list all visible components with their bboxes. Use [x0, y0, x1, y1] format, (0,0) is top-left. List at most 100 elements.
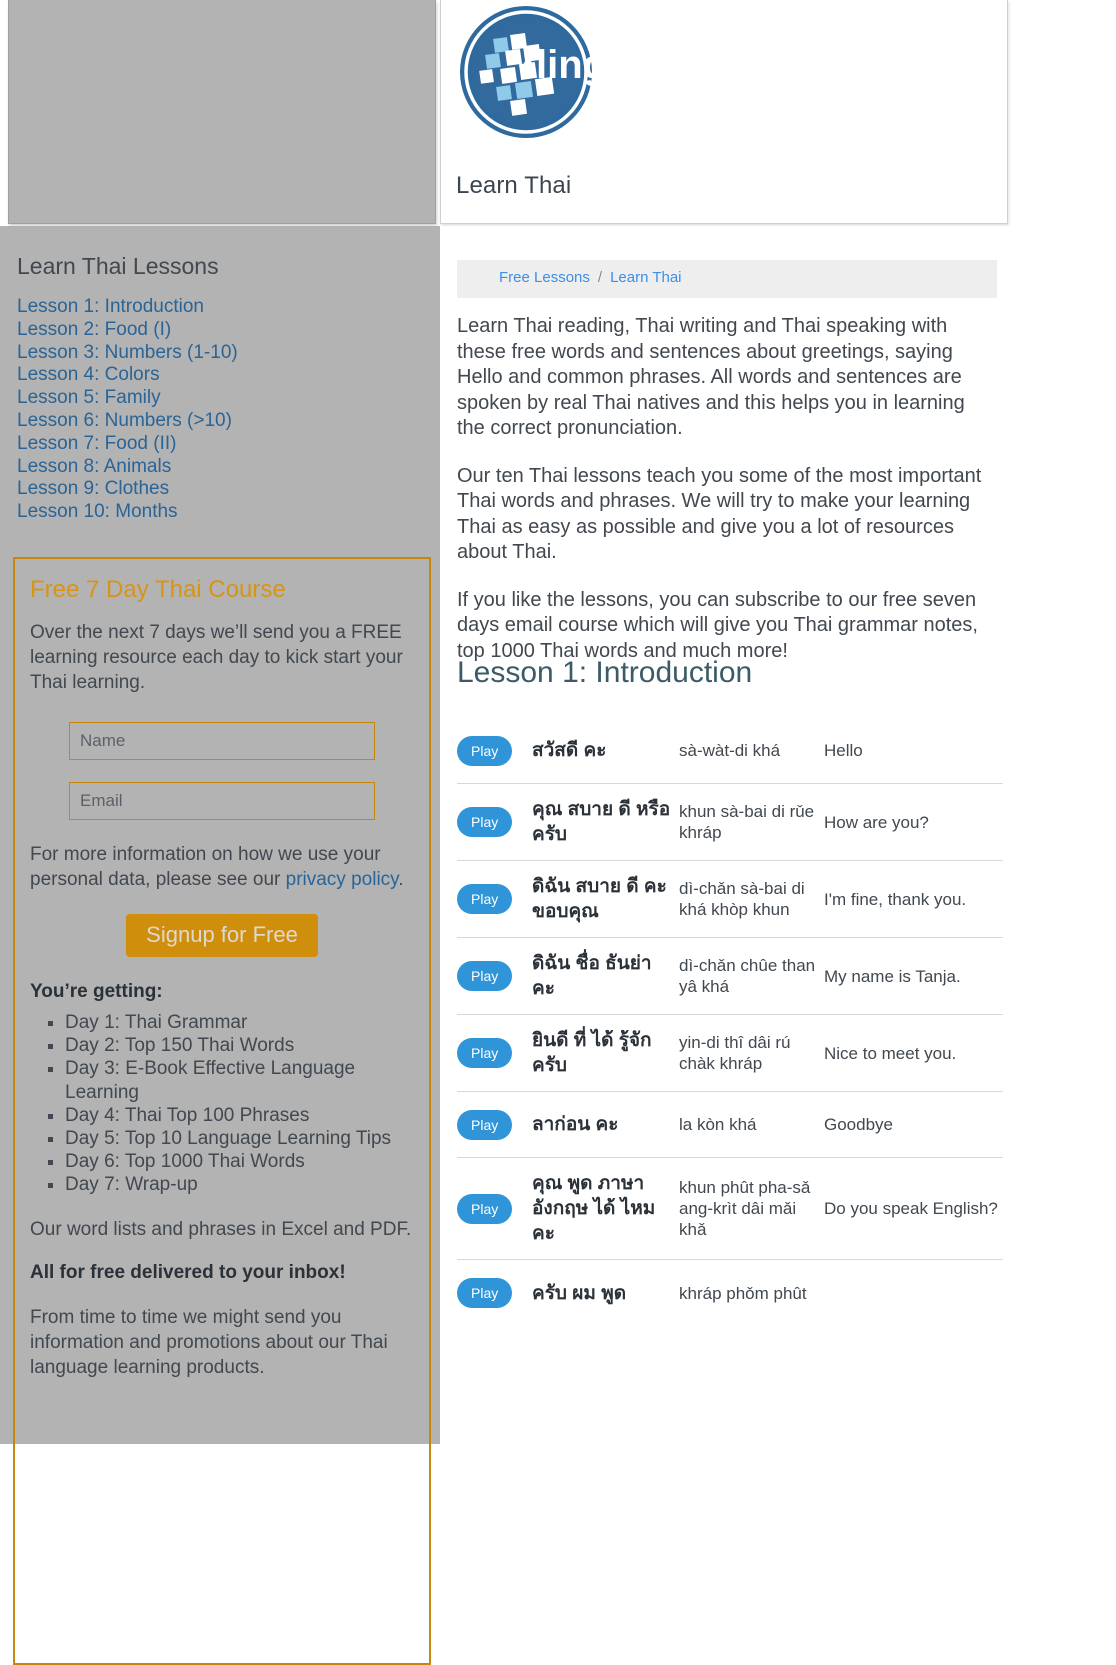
table-row: Play ยินดี ที่ ได้ รู้จัก ครับ yin-di th…: [457, 1015, 1003, 1092]
transliteration-text: khun phût pha-sǎ ang-krìt dâi mǎi khǎ: [679, 1178, 811, 1239]
signup-button-row: Signup for Free: [30, 914, 414, 957]
header-right-gutter: [1008, 0, 1116, 226]
svg-text:lingo: lingo: [536, 43, 596, 87]
play-button[interactable]: Play: [457, 1038, 513, 1068]
english-text: My name is Tanja.: [824, 966, 961, 986]
list-item: Day 6: Top 1000 Thai Words: [65, 1150, 414, 1173]
table-row: Play ครับ ผม พูด khráp phǒm phût: [457, 1260, 1003, 1326]
thai-text: คุณ สบาย ดี หรือ ครับ: [532, 799, 671, 845]
table-row: Play ดิฉัน สบาย ดี คะ ขอบคุณ dì-chǎn sà-…: [457, 861, 1003, 938]
english-text: Hello: [824, 741, 863, 760]
english-text: Goodbye: [824, 1115, 893, 1134]
play-cell: Play: [457, 961, 532, 991]
thai-text: สวัสดี คะ: [532, 740, 607, 761]
sidebar-item-lesson-6[interactable]: Lesson 6: Numbers (>10): [17, 410, 427, 433]
signup-for-free-button[interactable]: Signup for Free: [126, 914, 318, 957]
intro-paragraph-2: Our ten Thai lessons teach you some of t…: [457, 464, 982, 564]
breadcrumb-item-free-lessons[interactable]: Free Lessons: [499, 269, 590, 286]
page-header: lingo Learn Thai: [0, 0, 1116, 226]
table-row: Play ลาก่อน คะ la kòn khá Goodbye: [457, 1092, 1003, 1158]
play-button[interactable]: Play: [457, 807, 513, 837]
breadcrumb-item-learn-thai[interactable]: Learn Thai: [610, 269, 681, 286]
sidebar-item-lesson-10[interactable]: Lesson 10: Months: [17, 501, 427, 524]
play-cell: Play: [457, 735, 532, 766]
name-input[interactable]: [69, 722, 375, 760]
table-row: Play ดิฉัน ชื่อ ธันย่า คะ dì-chǎn chûe t…: [457, 938, 1003, 1015]
transliteration-text: khráp phǒm phût: [679, 1283, 807, 1303]
header-left-panel: [8, 0, 436, 224]
sidebar: Learn Thai Lessons Lesson 1: Introductio…: [0, 226, 440, 1665]
thai-text: ครับ ผม พูด: [532, 1282, 627, 1304]
english-text: How are you?: [824, 812, 929, 832]
thai-text: ยินดี ที่ ได้ รู้จัก ครับ: [532, 1030, 652, 1076]
list-item: Day 1: Thai Grammar: [65, 1011, 414, 1034]
youre-getting-title: You’re getting:: [30, 981, 163, 1002]
included-days-list: Day 1: Thai Grammar Day 2: Top 150 Thai …: [30, 1011, 414, 1197]
list-item: Day 7: Wrap-up: [65, 1173, 414, 1196]
email-input[interactable]: [69, 782, 375, 820]
play-cell: Play: [457, 807, 532, 837]
english-text: I'm fine, thank you.: [824, 889, 967, 909]
formats-note: Our word lists and phrases in Excel and …: [30, 1218, 412, 1240]
breadcrumb-separator: /: [597, 269, 603, 286]
table-row: Play สวัสดี คะ sà-wàt-di khá Hello: [457, 718, 1003, 784]
privacy-notice: For more information on how we use your …: [30, 842, 414, 892]
sidebar-item-lesson-1[interactable]: Lesson 1: Introduction: [17, 296, 427, 319]
play-button[interactable]: Play: [457, 1193, 513, 1224]
sidebar-item-lesson-7[interactable]: Lesson 7: Food (II): [17, 433, 427, 456]
main-content: Free Lessons / Learn Thai Learn Thai readi…: [440, 226, 1116, 1444]
transliteration-text: dì-chǎn sà-bai di khá khòp khun: [679, 879, 805, 919]
play-cell: Play: [457, 1038, 532, 1068]
sidebar-item-lesson-9[interactable]: Lesson 9: Clothes: [17, 478, 427, 501]
sidebar-item-lesson-2[interactable]: Lesson 2: Food (I): [17, 319, 427, 342]
play-cell: Play: [457, 1278, 532, 1308]
sidebar-item-lesson-4[interactable]: Lesson 4: Colors: [17, 364, 427, 387]
lesson-nav: Lesson 1: Introduction Lesson 2: Food (I…: [17, 296, 427, 524]
table-row: Play คุณ พูด ภาษา อังกฤษ ได้ ไหม คะ khun…: [457, 1158, 1003, 1260]
sidebar-item-lesson-8[interactable]: Lesson 8: Animals: [17, 456, 427, 479]
english-text: Nice to meet you.: [824, 1043, 957, 1063]
play-button[interactable]: Play: [457, 961, 513, 991]
play-cell: Play: [457, 1193, 532, 1224]
table-row: Play คุณ สบาย ดี หรือ ครับ khun sà-bai d…: [457, 784, 1003, 861]
list-item: Day 2: Top 150 Thai Words: [65, 1034, 414, 1057]
intro-paragraphs: Learn Thai reading, Thai writing and Tha…: [457, 314, 997, 686]
thai-text: ลาก่อน คะ: [532, 1114, 619, 1135]
play-cell: Play: [457, 1109, 532, 1140]
english-text: Do you speak English?: [824, 1199, 998, 1218]
header-brand-panel: lingo Learn Thai: [440, 0, 1008, 224]
sidebar-heading: Learn Thai Lessons: [17, 253, 219, 279]
transliteration-text: dì-chǎn chûe than yâ khá: [679, 956, 816, 996]
free-delivery-note: All for free delivered to your inbox!: [30, 1261, 346, 1283]
transliteration-text: la kòn khá: [679, 1115, 757, 1134]
promotions-note: From time to time we might send you info…: [30, 1306, 388, 1378]
thai-text: ดิฉัน ชื่อ ธันย่า คะ: [532, 953, 652, 999]
breadcrumb: Free Lessons / Learn Thai: [457, 260, 997, 298]
transliteration-text: khun sà-bai di rǔe khráp: [679, 802, 815, 842]
play-cell: Play: [457, 884, 532, 914]
list-item: Day 3: E-Book Effective Language Learnin…: [65, 1057, 414, 1103]
sidebar-item-lesson-5[interactable]: Lesson 5: Family: [17, 387, 427, 410]
intro-paragraph-1: Learn Thai reading, Thai writing and Tha…: [457, 315, 965, 439]
signup-intro: Over the next 7 days we’ll send you a FR…: [30, 622, 403, 693]
transliteration-text: yin-di thî dâi rú chàk khráp: [679, 1033, 791, 1073]
transliteration-text: sà-wàt-di khá: [679, 741, 781, 760]
privacy-policy-link[interactable]: privacy policy: [286, 869, 399, 890]
signup-form: Free 7 Day Thai Course Over the next 7 d…: [13, 557, 431, 1665]
thai-text: ดิฉัน สบาย ดี คะ ขอบคุณ: [532, 876, 667, 922]
intro-paragraph-3: If you like the lessons, you can subscri…: [457, 588, 978, 662]
signup-title: Free 7 Day Thai Course: [30, 576, 286, 603]
play-button[interactable]: Play: [457, 1278, 513, 1308]
play-button[interactable]: Play: [457, 884, 513, 914]
thai-text: คุณ พูด ภาษา อังกฤษ ได้ ไหม คะ: [532, 1173, 656, 1244]
privacy-notice-suffix: .: [398, 869, 404, 890]
play-button[interactable]: Play: [457, 735, 513, 766]
lingo-logo-icon[interactable]: lingo: [456, 2, 632, 142]
play-button[interactable]: Play: [457, 1109, 513, 1140]
site-title: Learn Thai: [456, 172, 572, 199]
list-item: Day 5: Top 10 Language Learning Tips: [65, 1127, 414, 1150]
phrase-table: Play สวัสดี คะ sà-wàt-di khá Hello Play …: [457, 718, 1003, 1326]
sidebar-item-lesson-3[interactable]: Lesson 3: Numbers (1-10): [17, 342, 427, 365]
list-item: Day 4: Thai Top 100 Phrases: [65, 1104, 414, 1127]
page-title: Lesson 1: Introduction: [457, 656, 753, 689]
